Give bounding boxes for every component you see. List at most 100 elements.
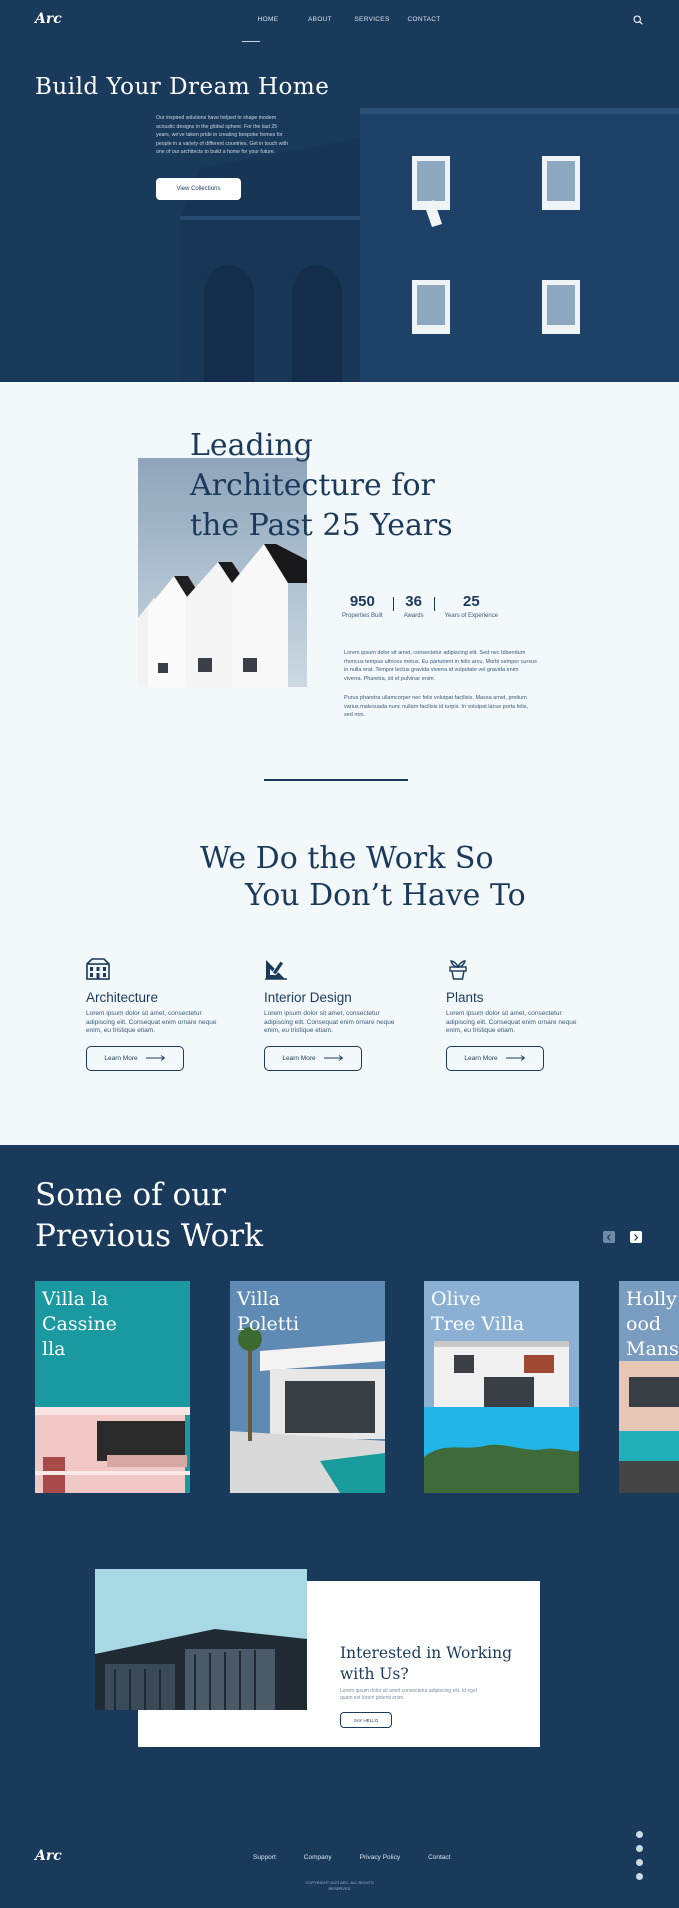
service-description: Lorem ipsum dolor sit amet, consectetur … [86,1010,217,1035]
cta-title-line: with Us? [340,1665,409,1683]
work-title-line: Previous Work [35,1218,263,1254]
about-title-line: Architecture for [190,468,435,503]
learn-more-button[interactable]: Learn More [264,1045,362,1071]
logo[interactable]: Arc [35,11,62,27]
learn-more-label: Learn More [282,1054,316,1062]
learn-more-button[interactable]: Learn More [86,1045,184,1071]
say-hello-button[interactable]: SAY HELLO [340,1712,392,1728]
building-icon [86,958,110,980]
hero-section: Arc HOME ABOUT SERVICES CONTACT Build Yo… [0,0,679,382]
arrow-right-icon [323,1055,343,1062]
carousel-prev-button[interactable] [603,1231,615,1243]
social-icon[interactable] [636,1831,643,1838]
work-card-title-line: Tree Villa [431,1313,525,1335]
work-card-title-line: Villa [237,1288,280,1310]
social-icon[interactable] [636,1845,643,1852]
cta-title-line: Interested in Working [340,1644,513,1662]
social-icon[interactable] [636,1873,643,1880]
work-card-title-line: Villa la [42,1288,109,1310]
work-card-title-line: ood [626,1313,662,1335]
about-title-line: Leading [190,428,313,463]
work-card-title: Olive Tree Villa [431,1287,524,1337]
previous-work-section: Some of our Previous Work Villa la Cassi… [0,1145,679,1908]
service-title: Plants [446,990,484,1005]
learn-more-label: Learn More [464,1054,498,1062]
stat-experience: 25 Years of Experience [445,593,498,619]
about-paragraph: Lorem ipsum dolor sit amet, consectetur … [344,650,537,682]
cta-building-image [95,1569,307,1710]
service-description: Lorem ipsum dolor sit amet, consectetur … [446,1010,577,1035]
arrow-right-icon [145,1055,165,1062]
nav-services[interactable]: SERVICES [346,16,398,23]
social-icon[interactable] [636,1859,643,1866]
cta-title: Interested in Working with Us? [340,1643,512,1685]
work-card-title-line: Poletti [237,1313,300,1335]
nav-about[interactable]: ABOUT [294,16,346,23]
work-card-title: Villa Poletti [237,1287,299,1337]
stat-separator [392,597,394,611]
carousel-next-button[interactable] [630,1231,642,1243]
work-card[interactable]: Villa Poletti [230,1281,385,1493]
footer-link-contact[interactable]: Contact [428,1854,450,1861]
chevron-left-icon [606,1233,611,1241]
work-card[interactable]: Holly ood Mansi [619,1281,679,1493]
work-card-title: Holly ood Mansi [626,1287,679,1362]
stat-value: 25 [462,593,480,610]
work-title-line: Some of our [35,1177,226,1213]
services-title-line: You Don’t Have To [245,878,526,913]
service-architecture: Architecture Lorem ipsum dolor sit amet,… [86,958,236,1071]
work-title: Some of our Previous Work [35,1175,263,1257]
footer-logo[interactable]: Arc [35,1848,62,1864]
learn-more-button[interactable]: Learn More [446,1045,544,1071]
hero-description: Our inspired solutions have helped to sh… [156,115,288,156]
about-title-line: the Past 25 Years [190,508,453,543]
work-card-title: Villa la Cassine lla [42,1287,117,1362]
work-card-title-line: Mansi [626,1338,679,1360]
work-card-title-line: Holly [626,1288,677,1310]
stat-value: 950 [349,593,375,610]
stat-label: Properties Built [342,613,383,619]
work-card[interactable]: Villa la Cassine lla [35,1281,190,1493]
stat-value: 36 [405,593,422,610]
services-title: We Do the Work So You Don’t Have To [200,840,526,914]
about-title: Leading Architecture for the Past 25 Yea… [190,426,453,546]
plant-pot-icon [449,960,467,980]
social-links [636,1831,643,1880]
hero-title: Build Your Dream Home [35,74,330,100]
nav-home[interactable]: HOME [242,16,294,23]
arrow-right-icon [505,1055,525,1062]
stat-label: Years of Experience [444,613,499,619]
service-plants: Plants Lorem ipsum dolor sit amet, conse… [446,958,596,1071]
search-icon[interactable] [633,15,643,25]
section-divider [264,779,408,781]
services-title-line: We Do the Work So [200,841,494,876]
main-nav: HOME ABOUT SERVICES CONTACT [242,16,450,23]
nav-contact[interactable]: CONTACT [398,16,450,23]
stat-awards: 36 Awards [404,593,424,619]
footer-nav: Support Company Privacy Policy Contact [253,1854,478,1861]
nav-active-indicator [242,41,260,42]
work-card-title-line: Cassine [42,1313,117,1335]
service-interior-design: Interior Design Lorem ipsum dolor sit am… [264,958,414,1071]
work-card-title-line: lla [42,1338,66,1360]
view-collections-button[interactable]: View Collections [156,178,241,200]
footer-link-company[interactable]: Company [304,1854,332,1861]
drafting-tools-icon [265,960,287,980]
service-title: Interior Design [264,990,352,1005]
chevron-right-icon [634,1233,639,1241]
stat-label: Awards [403,613,424,619]
footer-link-support[interactable]: Support [253,1854,276,1861]
about-paragraph: Purus pharetra ullamcorper nec felis vol… [344,695,529,719]
copyright: COPYRIGHT 2023 ARC. ALL RIGHTS RESERVED [0,1880,679,1892]
learn-more-label: Learn More [104,1054,138,1062]
footer-link-privacy[interactable]: Privacy Policy [360,1854,400,1861]
service-description: Lorem ipsum dolor sit amet, consectetur … [264,1010,395,1035]
service-title: Architecture [86,990,159,1005]
work-card[interactable]: Olive Tree Villa [424,1281,579,1493]
stat-properties: 950 Properties Built [342,593,383,619]
stats-row: 950 Properties Built 36 Awards 25 Years … [342,593,498,619]
cta-description: Lorem ipsum dolor sit amet consectetur a… [340,1688,478,1701]
stat-separator [433,597,435,611]
work-card-title-line: Olive [431,1288,481,1310]
copyright-line: RESERVED [328,1886,351,1891]
